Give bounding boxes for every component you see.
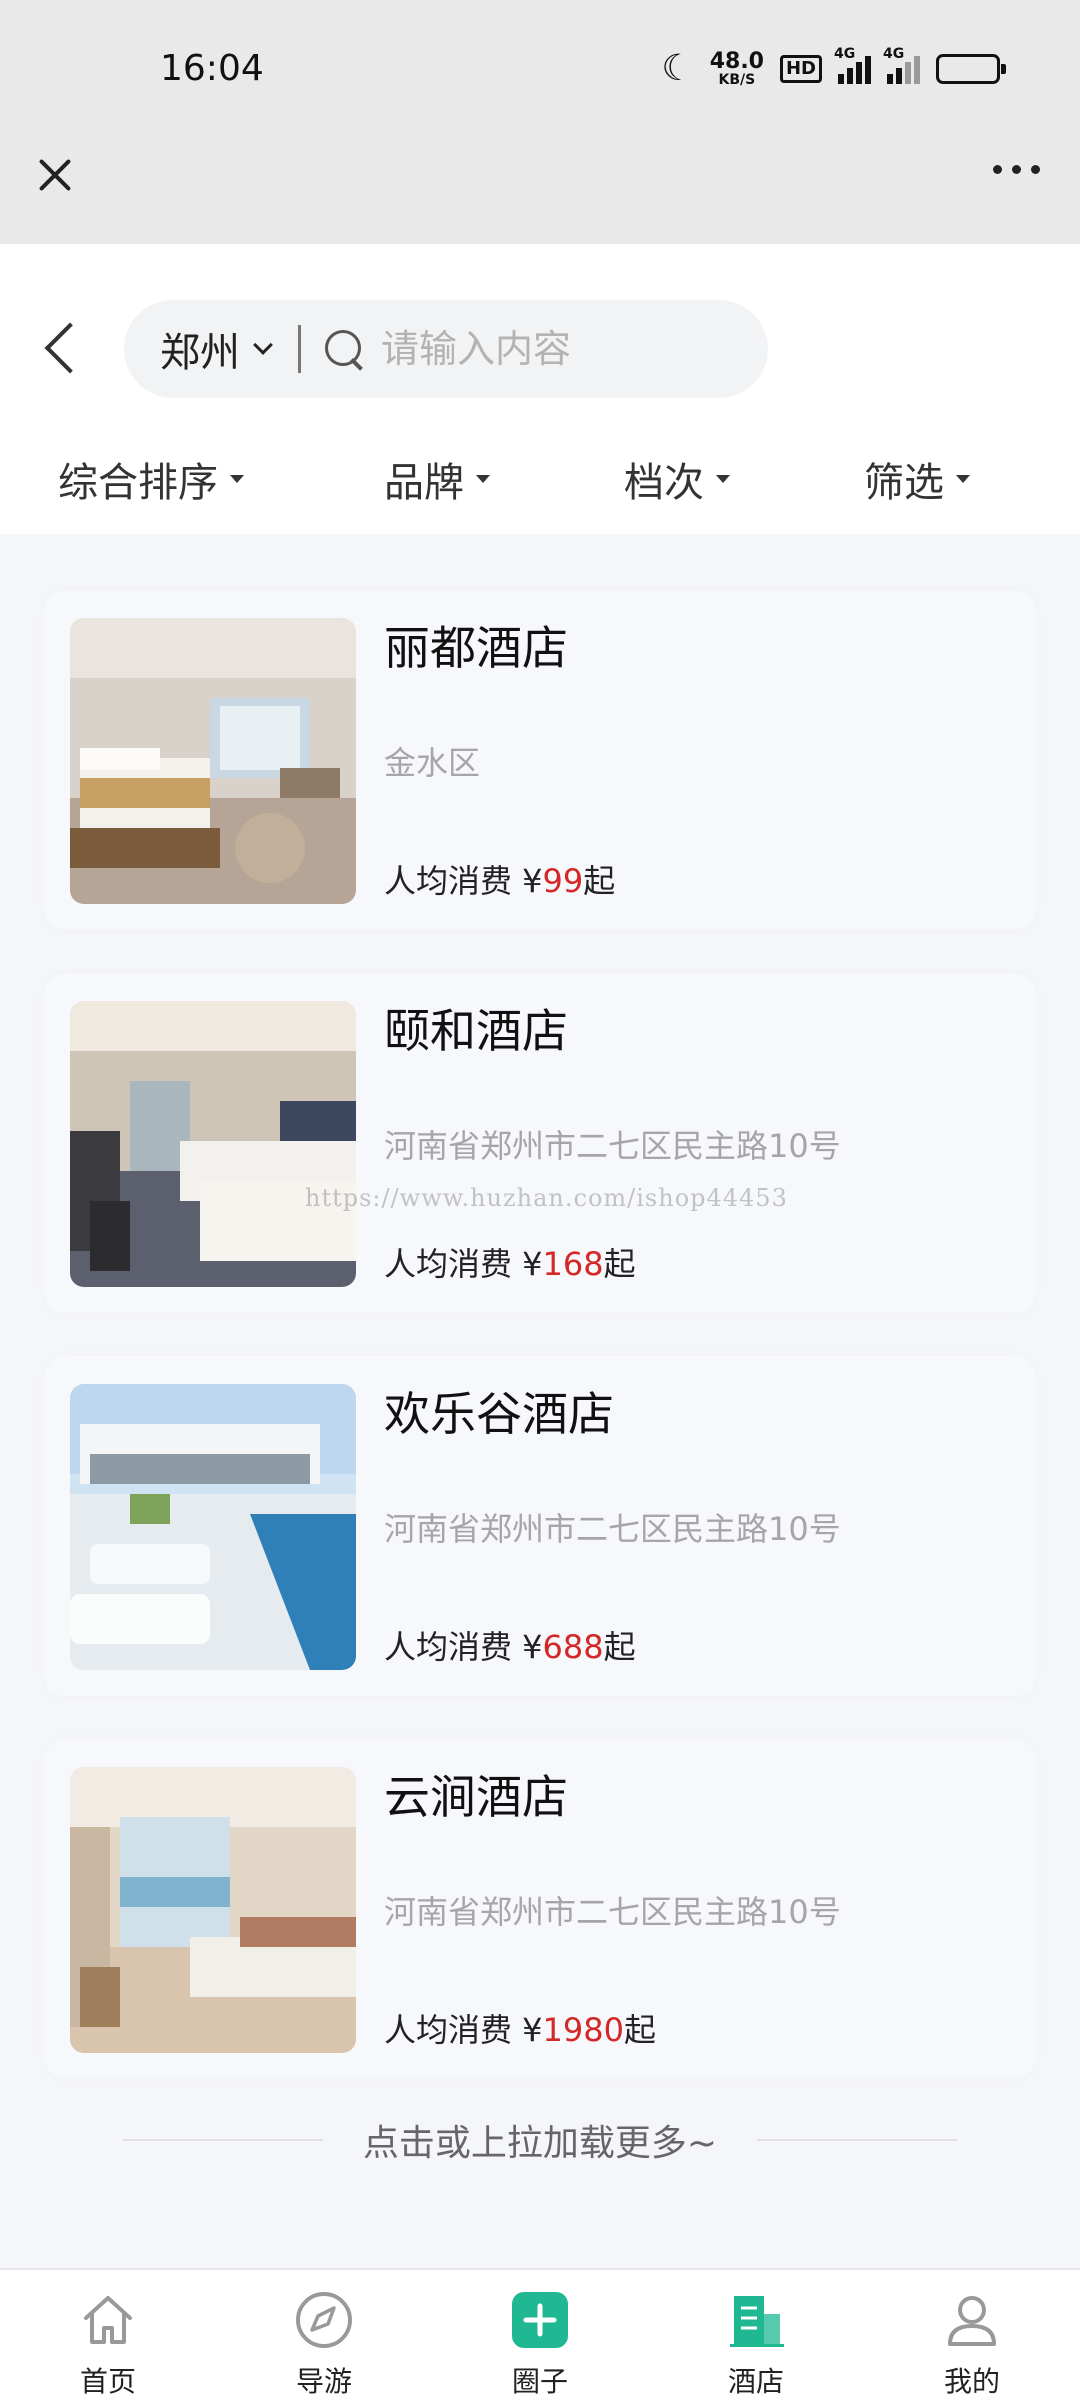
hd-icon: HD	[779, 54, 822, 83]
signal-icon: 4G	[834, 46, 871, 84]
hotel-name: 欢乐谷酒店	[384, 1387, 614, 1441]
user-icon	[948, 2296, 996, 2346]
city-selector[interactable]: 郑州	[160, 320, 273, 378]
hotel-image	[70, 1001, 356, 1287]
hotel-icon	[730, 2296, 784, 2347]
divider	[757, 2139, 958, 2141]
caret-down-icon	[476, 475, 490, 483]
hotel-info: 云涧酒店 河南省郑州市二七区民主路10号 人均消费 ¥1980起	[384, 1767, 1014, 2053]
more-icon[interactable]	[993, 165, 1040, 174]
hotel-card[interactable]: 欢乐谷酒店 河南省郑州市二七区民主路10号 人均消费 ¥688起	[44, 1356, 1036, 1696]
status-icons: ☾ 48.0 KB/S HD 4G 4G	[661, 46, 1006, 89]
search-box[interactable]: 郑州	[124, 300, 768, 398]
hotel-image	[70, 1767, 356, 2053]
tab-hotel[interactable]: 酒店	[648, 2270, 864, 2400]
hotel-info: 欢乐谷酒店 河南省郑州市二七区民主路10号 人均消费 ¥688起	[384, 1384, 1014, 1670]
filter-bar: 综合排序 品牌 档次 筛选	[0, 424, 1080, 534]
tab-bar: 首页 导游 圈子 酒店 我的	[0, 2268, 1080, 2400]
hotel-address: 金水区	[384, 744, 481, 782]
hotel-address: 河南省郑州市二七区民主路10号	[384, 1127, 841, 1165]
hotel-image	[70, 1384, 356, 1670]
hotel-info: 颐和酒店 河南省郑州市二七区民主路10号 人均消费 ¥168起	[384, 1001, 1014, 1287]
chevron-down-icon	[253, 335, 273, 355]
hotel-card[interactable]: 丽都酒店 金水区 人均消费 ¥99起	[44, 590, 1036, 930]
hotel-name: 云涧酒店	[384, 1770, 568, 1824]
tab-guide[interactable]: 导游	[216, 2270, 432, 2400]
hotel-address: 河南省郑州市二七区民主路10号	[384, 1893, 841, 1931]
net-speed: 48.0 KB/S	[709, 48, 764, 88]
moon-icon: ☾	[661, 48, 694, 89]
hotel-list: 丽都酒店 金水区 人均消费 ¥99起 颐和酒店 河南省郑州市二七区民主路10号 …	[44, 590, 1036, 2122]
webview-header: 16:04 ☾ 48.0 KB/S HD 4G 4G	[0, 0, 1080, 244]
hotel-card[interactable]: 颐和酒店 河南省郑州市二七区民主路10号 人均消费 ¥168起	[44, 973, 1036, 1313]
caret-down-icon	[956, 475, 970, 483]
back-icon[interactable]	[42, 322, 82, 380]
close-icon[interactable]	[30, 150, 80, 200]
search-area: 郑州 综合排序 品牌 档次 筛选	[0, 244, 1080, 534]
plus-icon	[512, 2292, 568, 2348]
load-more[interactable]: 点击或上拉加载更多~	[0, 2110, 1080, 2170]
filter-sort[interactable]: 综合排序	[58, 424, 244, 534]
battery-icon	[936, 53, 1006, 84]
tab-circle[interactable]: 圈子	[432, 2270, 648, 2400]
caret-down-icon	[230, 475, 244, 483]
hotel-name: 颐和酒店	[384, 1004, 568, 1058]
caret-down-icon	[716, 475, 730, 483]
hotel-price: 人均消费 ¥1980起	[384, 2011, 656, 2049]
watermark: https://www.huzhan.com/ishop44453	[305, 1184, 788, 1212]
hotel-address: 河南省郑州市二七区民主路10号	[384, 1510, 841, 1548]
hotel-card[interactable]: 云涧酒店 河南省郑州市二七区民主路10号 人均消费 ¥1980起	[44, 1739, 1036, 2079]
signal-icon-2: 4G	[883, 46, 920, 84]
search-icon	[323, 328, 365, 370]
filter-brand[interactable]: 品牌	[384, 424, 490, 534]
divider	[298, 325, 301, 373]
home-icon	[84, 2296, 132, 2344]
hotel-price: 人均消费 ¥99起	[384, 862, 616, 900]
search-input[interactable]	[381, 327, 741, 371]
compass-icon	[296, 2292, 352, 2348]
divider	[122, 2139, 323, 2141]
hotel-price: 人均消费 ¥168起	[384, 1245, 636, 1283]
status-time: 16:04	[160, 48, 264, 89]
tab-home[interactable]: 首页	[0, 2270, 216, 2400]
tab-mine[interactable]: 我的	[864, 2270, 1080, 2400]
filter-more[interactable]: 筛选	[864, 424, 970, 534]
hotel-price: 人均消费 ¥688起	[384, 1628, 636, 1666]
hotel-info: 丽都酒店 金水区 人均消费 ¥99起	[384, 618, 1014, 904]
hotel-image	[70, 618, 356, 904]
filter-grade[interactable]: 档次	[624, 424, 730, 534]
hotel-name: 丽都酒店	[384, 621, 568, 675]
